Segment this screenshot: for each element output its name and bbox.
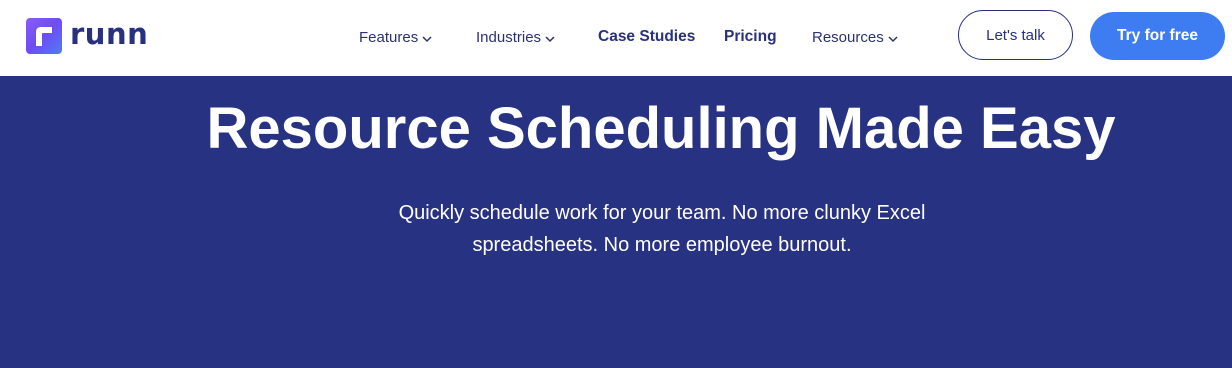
chevron-down-icon bbox=[545, 31, 555, 43]
page: runn Features Industries Case Studies Pr… bbox=[0, 0, 1232, 368]
hero-subtitle: Quickly schedule work for your team. No … bbox=[398, 202, 926, 256]
runn-logo-icon bbox=[26, 18, 62, 54]
runn-logo[interactable]: runn bbox=[26, 17, 149, 54]
nav-pricing[interactable]: Pricing bbox=[724, 26, 777, 48]
nav-features-label: Features bbox=[359, 28, 419, 46]
logo-text: runn bbox=[70, 17, 149, 51]
nav-resources[interactable]: Resources bbox=[812, 26, 898, 48]
chevron-down-icon bbox=[422, 31, 432, 43]
nav-case-studies[interactable]: Case Studies bbox=[598, 26, 695, 48]
nav-resources-label: Resources bbox=[812, 28, 884, 46]
nav-industries-label: Industries bbox=[476, 28, 542, 46]
try-for-free-button[interactable]: Try for free bbox=[1090, 12, 1225, 60]
nav-features[interactable]: Features bbox=[359, 26, 432, 48]
nav-industries[interactable]: Industries bbox=[476, 26, 555, 48]
chevron-down-icon bbox=[888, 31, 898, 43]
hero-title: Resource Scheduling Made Easy bbox=[206, 96, 1116, 161]
lets-talk-button[interactable]: Let's talk bbox=[958, 10, 1073, 60]
site-header: runn Features Industries Case Studies Pr… bbox=[0, 0, 1232, 76]
nav-pricing-label: Pricing bbox=[724, 28, 777, 45]
nav-case-studies-label: Case Studies bbox=[598, 28, 696, 45]
